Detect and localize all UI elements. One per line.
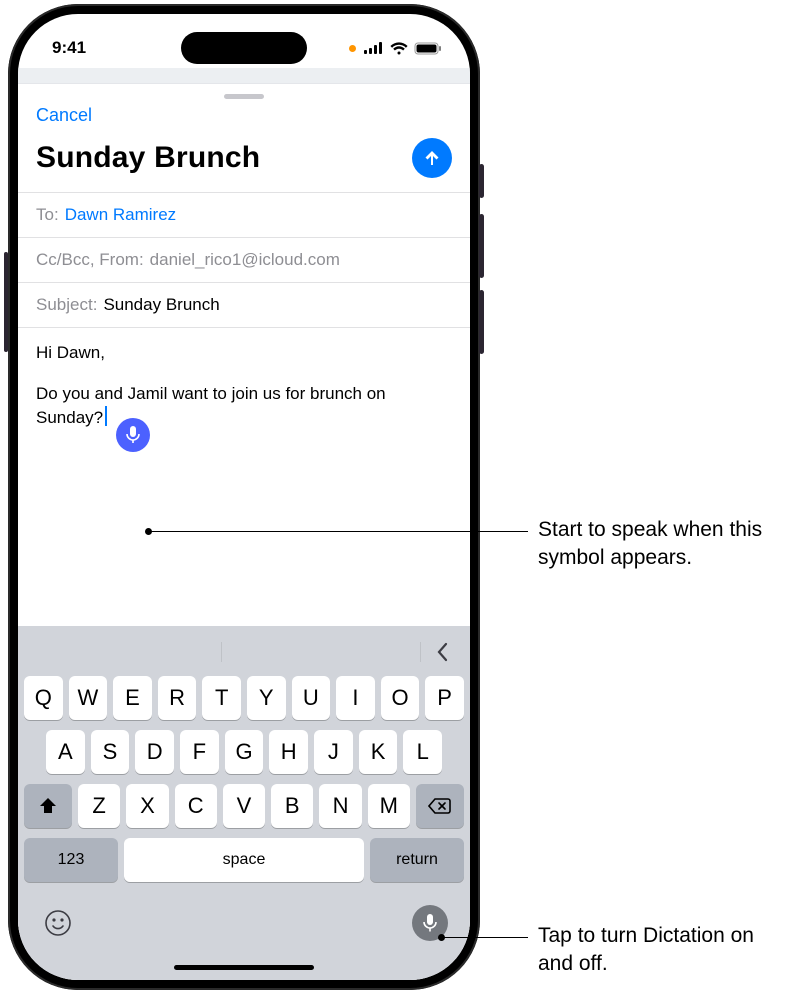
cancel-button[interactable]: Cancel xyxy=(36,105,92,125)
to-label: To: xyxy=(36,205,59,225)
keyboard[interactable]: QWERTYUIOP ASDFGHJKL ZXCVBNM 123 space r… xyxy=(18,626,470,980)
prediction-bar xyxy=(18,630,470,676)
cc-bcc-from-field[interactable]: Cc/Bcc, From: daniel_rico1@icloud.com xyxy=(18,237,470,282)
key-w[interactable]: W xyxy=(69,676,108,720)
key-row-3: ZXCVBNM xyxy=(18,784,470,828)
microphone-icon xyxy=(125,426,141,444)
space-key[interactable]: space xyxy=(124,838,364,882)
backspace-key[interactable] xyxy=(416,784,464,828)
key-j[interactable]: J xyxy=(314,730,353,774)
chevron-left-icon xyxy=(436,642,450,662)
to-field[interactable]: To: Dawn Ramirez xyxy=(18,192,470,237)
key-y[interactable]: Y xyxy=(247,676,286,720)
key-p[interactable]: P xyxy=(425,676,464,720)
body-line-2: Do you and Jamil want to join us for bru… xyxy=(36,384,386,427)
subject-label: Subject: xyxy=(36,295,97,315)
return-key[interactable]: return xyxy=(370,838,464,882)
battery-icon xyxy=(414,42,442,55)
microphone-icon xyxy=(422,913,438,933)
message-body[interactable]: Hi Dawn, Do you and Jamil want to join u… xyxy=(18,328,470,462)
shift-icon xyxy=(38,797,58,815)
key-i[interactable]: I xyxy=(336,676,375,720)
key-row-4: 123 space return xyxy=(18,838,470,882)
callout-1-line xyxy=(150,531,528,532)
key-k[interactable]: K xyxy=(359,730,398,774)
volume-down-button xyxy=(479,290,484,354)
cc-bcc-from-label: Cc/Bcc, From: xyxy=(36,250,144,270)
key-g[interactable]: G xyxy=(225,730,264,774)
key-d[interactable]: D xyxy=(135,730,174,774)
mic-in-use-indicator xyxy=(349,45,356,52)
dictation-indicator[interactable] xyxy=(116,418,150,452)
key-row-1: QWERTYUIOP xyxy=(18,676,470,720)
key-n[interactable]: N xyxy=(319,784,361,828)
key-l[interactable]: L xyxy=(403,730,442,774)
key-f[interactable]: F xyxy=(180,730,219,774)
subject-value: Sunday Brunch xyxy=(103,295,219,315)
key-x[interactable]: X xyxy=(126,784,168,828)
subject-field[interactable]: Subject: Sunday Brunch xyxy=(18,282,470,328)
status-time: 9:41 xyxy=(52,38,86,58)
wifi-icon xyxy=(390,42,408,55)
key-t[interactable]: T xyxy=(202,676,241,720)
callout-1-text: Start to speak when this symbol appears. xyxy=(538,516,788,573)
body-line-1: Hi Dawn, xyxy=(36,342,452,365)
volume-up-button xyxy=(479,214,484,278)
key-a[interactable]: A xyxy=(46,730,85,774)
send-button[interactable] xyxy=(412,138,452,178)
text-cursor xyxy=(105,406,107,426)
prediction-1[interactable] xyxy=(22,634,221,670)
numbers-key[interactable]: 123 xyxy=(24,838,118,882)
shift-key[interactable] xyxy=(24,784,72,828)
dynamic-island xyxy=(181,32,307,64)
key-z[interactable]: Z xyxy=(78,784,120,828)
callout-2-line xyxy=(443,937,528,938)
prediction-2[interactable] xyxy=(221,634,420,670)
arrow-up-icon xyxy=(422,148,442,168)
key-s[interactable]: S xyxy=(91,730,130,774)
key-m[interactable]: M xyxy=(368,784,410,828)
side-button xyxy=(4,252,8,352)
home-indicator[interactable] xyxy=(174,965,314,970)
compose-sheet: Cancel Sunday Brunch To: Dawn Ramirez Cc… xyxy=(18,86,470,980)
sheet-backdrop xyxy=(18,68,470,84)
emoji-icon xyxy=(43,908,73,938)
key-q[interactable]: Q xyxy=(24,676,63,720)
key-v[interactable]: V xyxy=(223,784,265,828)
key-e[interactable]: E xyxy=(113,676,152,720)
mute-switch xyxy=(479,164,484,198)
key-h[interactable]: H xyxy=(269,730,308,774)
key-o[interactable]: O xyxy=(381,676,420,720)
key-b[interactable]: B xyxy=(271,784,313,828)
iphone-frame: 9:41 Cancel Sunday Brunch To: xyxy=(8,4,480,990)
key-c[interactable]: C xyxy=(175,784,217,828)
callout-2-text: Tap to turn Dictation on and off. xyxy=(538,922,788,979)
from-value: daniel_rico1@icloud.com xyxy=(150,250,340,270)
compose-title: Sunday Brunch xyxy=(36,141,260,175)
collapse-prediction-button[interactable] xyxy=(420,634,466,670)
cellular-icon xyxy=(364,42,384,54)
emoji-key[interactable] xyxy=(40,905,76,941)
key-row-2: ASDFGHJKL xyxy=(18,730,470,774)
backspace-icon xyxy=(428,797,452,815)
key-r[interactable]: R xyxy=(158,676,197,720)
to-recipient[interactable]: Dawn Ramirez xyxy=(65,205,176,225)
key-u[interactable]: U xyxy=(292,676,331,720)
